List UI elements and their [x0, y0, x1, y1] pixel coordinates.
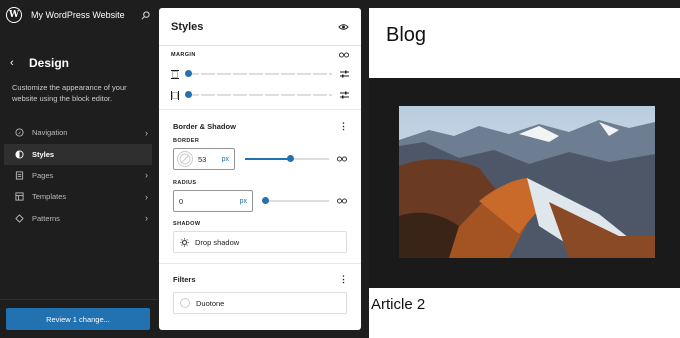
- chevron-right-icon: ›: [145, 191, 148, 202]
- site-hub: W My WordPress Website: [0, 0, 158, 30]
- preview-header: Blog: [369, 8, 680, 78]
- margin-vertical-icon: [171, 69, 179, 79]
- filters-title: Filters: [173, 274, 196, 284]
- border-width-input[interactable]: 53 px: [173, 148, 235, 170]
- slider-thumb[interactable]: [286, 155, 294, 162]
- border-width-value: 53: [198, 154, 207, 164]
- styles-panel: Styles MARGIN Border & Shadow ⋮ BORDER 5…: [159, 8, 361, 330]
- settings-sliders-icon[interactable]: [340, 91, 349, 99]
- nav-item-pages[interactable]: Pages ›: [0, 165, 158, 186]
- back-chevron-icon[interactable]: ‹: [10, 57, 20, 69]
- design-description: Customize the appearance of your website…: [12, 83, 127, 103]
- shadow-icon: [180, 237, 189, 247]
- panel-title: Styles: [171, 20, 204, 33]
- duotone-swatch-icon: [180, 298, 190, 308]
- design-nav: Navigation › Styles Pages › Templates ›: [0, 122, 158, 229]
- nav-item-navigation[interactable]: Navigation ›: [0, 122, 158, 143]
- nav-item-templates[interactable]: Templates ›: [0, 186, 158, 207]
- margin-row-horizontal: [171, 90, 349, 100]
- site-preview[interactable]: Blog Article 2: [369, 8, 680, 338]
- slider-thumb[interactable]: [262, 197, 269, 204]
- duotone-picker[interactable]: Duotone: [173, 292, 347, 314]
- half-circle-icon: [14, 149, 25, 160]
- design-title: Design: [29, 56, 70, 70]
- nav-item-patterns[interactable]: Patterns ›: [0, 208, 158, 229]
- border-label: BORDER: [173, 138, 200, 144]
- radius-unit[interactable]: px: [240, 198, 247, 205]
- nav-label: Templates: [32, 192, 67, 201]
- radius-input[interactable]: 0 px: [173, 190, 253, 212]
- link-icon[interactable]: [339, 51, 349, 59]
- blog-title: Blog: [386, 24, 427, 46]
- layout-icon: [14, 191, 25, 202]
- preview-article: Article 2: [369, 288, 680, 338]
- radius-slider[interactable]: [262, 197, 329, 204]
- shadow-value: Drop shadow: [195, 237, 240, 247]
- margin-label: MARGIN: [171, 52, 196, 58]
- margin-row-vertical: [171, 69, 349, 79]
- page-icon: [14, 170, 25, 181]
- divider: [159, 109, 361, 110]
- sidebar-divider: [0, 299, 158, 300]
- search-icon[interactable]: [138, 8, 152, 22]
- site-title[interactable]: My WordPress Website: [31, 10, 138, 20]
- link-icon[interactable]: [337, 155, 347, 163]
- featured-image: [399, 106, 655, 258]
- review-changes-button[interactable]: Review 1 change...: [6, 308, 150, 330]
- panel-header: Styles: [159, 8, 361, 46]
- slider-thumb[interactable]: [185, 70, 192, 77]
- chevron-right-icon: ›: [145, 170, 148, 180]
- shadow-label: SHADOW: [173, 221, 201, 227]
- radius-label: RADIUS: [173, 180, 197, 186]
- shadow-picker[interactable]: Drop shadow: [173, 231, 347, 253]
- article-title[interactable]: Article 2: [371, 296, 425, 313]
- nav-label: Patterns: [32, 213, 60, 223]
- wordpress-logo-icon[interactable]: W: [6, 7, 22, 23]
- divider: [159, 263, 361, 264]
- border-shadow-title: Border & Shadow: [173, 121, 236, 131]
- more-options-icon[interactable]: ⋮: [339, 122, 348, 131]
- nav-item-styles[interactable]: Styles: [4, 143, 152, 165]
- duotone-label: Duotone: [196, 298, 225, 308]
- slider-fill: [245, 158, 290, 160]
- more-options-icon[interactable]: ⋮: [339, 275, 348, 284]
- symbol-icon: [14, 213, 25, 224]
- nav-label: Pages: [32, 170, 54, 180]
- border-color-swatch[interactable]: [177, 151, 193, 167]
- margin-vertical-slider[interactable]: [185, 70, 332, 77]
- design-sidebar: W My WordPress Website ‹ Design Customiz…: [0, 0, 158, 338]
- settings-sliders-icon[interactable]: [340, 70, 349, 78]
- nav-label: Styles: [32, 149, 55, 159]
- radius-value: 0: [179, 196, 184, 206]
- border-width-slider[interactable]: [245, 155, 329, 162]
- chevron-right-icon: ›: [145, 127, 148, 138]
- link-icon[interactable]: [337, 197, 347, 205]
- slider-thumb[interactable]: [185, 91, 192, 98]
- margin-horizontal-slider[interactable]: [185, 91, 332, 98]
- navigation-icon: [14, 127, 25, 138]
- border-unit[interactable]: px: [222, 156, 229, 163]
- chevron-right-icon: ›: [145, 213, 148, 223]
- eye-icon[interactable]: [337, 21, 349, 33]
- margin-horizontal-icon: [171, 90, 179, 100]
- nav-label: Navigation: [32, 128, 68, 137]
